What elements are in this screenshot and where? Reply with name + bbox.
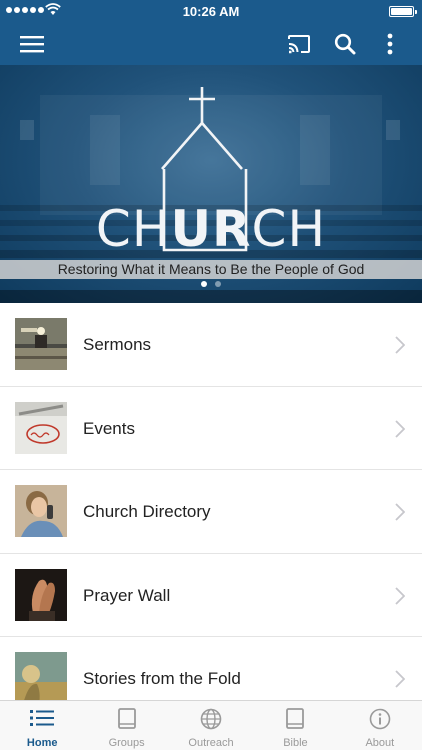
tab-label: Bible [283,737,308,749]
battery-icon [389,6,417,17]
status-time: 10:26 AM [182,4,240,19]
tab-label: About [365,737,395,749]
carousel-dots[interactable] [0,281,422,287]
menu-item-label: Events [83,418,135,438]
chevron-right-icon [395,503,405,521]
stories-thumbnail [15,652,67,704]
menu-item-label: Prayer Wall [83,585,171,605]
more-options-button[interactable] [368,22,412,65]
bottom-tab-bar: Home Groups Outreach Bible About [0,700,422,750]
menu-item-events[interactable]: Events [0,386,422,470]
tab-label: Groups [108,737,145,749]
wordmark-left: CH [95,200,171,258]
prayer-thumbnail [15,568,67,621]
wordmark-right: CH [251,200,327,258]
banner-tagline: Restoring What it Means to Be the People… [0,260,422,279]
carousel-dot-1[interactable] [201,281,207,287]
menu-button[interactable] [10,22,54,65]
menu-item-label: Church Directory [83,502,211,521]
sermons-thumbnail [15,318,67,370]
hero-banner[interactable]: CHURCH Restoring What it Means to Be the… [0,65,422,303]
tab-groups[interactable]: Groups [84,701,168,750]
book-icon [117,708,136,729]
list-icon [30,710,55,726]
wordmark-middle: UR [170,200,252,258]
app-bar [0,22,422,65]
church-wordmark: CHURCH [0,200,422,258]
info-icon [369,708,391,730]
chevron-right-icon [395,670,405,688]
home-menu-list: Sermons Events Church Directory Prayer W… [0,303,422,721]
menu-item-prayer-wall[interactable]: Prayer Wall [0,553,422,637]
tab-label: Home [26,737,58,749]
directory-thumbnail [15,485,67,537]
search-button[interactable] [323,22,367,65]
carousel-dot-2[interactable] [215,281,221,287]
tab-bible[interactable]: Bible [253,701,337,750]
globe-icon [200,708,222,730]
menu-icon [20,35,44,52]
menu-item-church-directory[interactable]: Church Directory [0,470,422,554]
chevron-right-icon [395,419,405,438]
menu-item-sermons[interactable]: Sermons [0,303,422,387]
events-thumbnail [15,401,67,454]
chevron-right-icon [395,336,405,354]
cast-icon [288,34,310,53]
tab-outreach[interactable]: Outreach [169,701,253,750]
book-icon [286,708,305,729]
tab-about[interactable]: About [338,701,422,750]
menu-item-label: Sermons [83,335,152,354]
search-icon [334,33,356,54]
chevron-right-icon [395,586,405,605]
tab-label: Outreach [188,737,234,749]
status-bar: 10:26 AM [0,0,422,22]
more-vertical-icon [387,33,393,54]
tab-home[interactable]: Home [0,701,84,750]
cast-button[interactable] [277,22,321,65]
